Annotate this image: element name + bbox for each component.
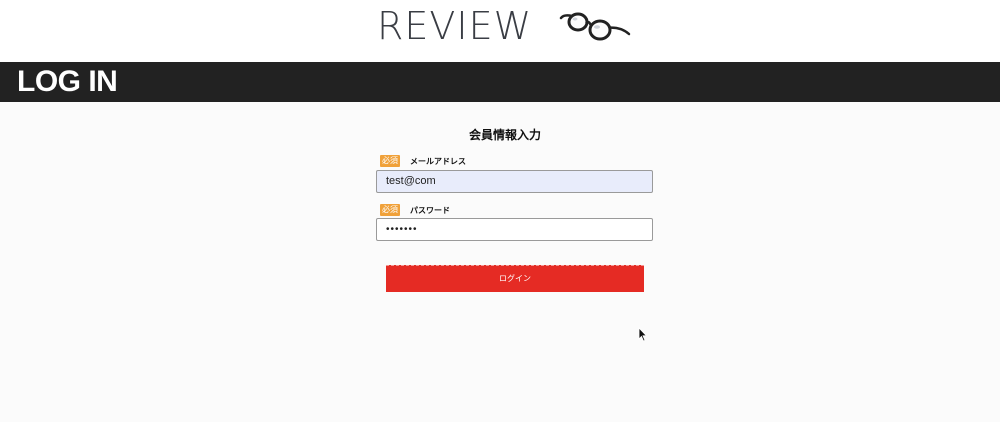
page-title-bar: LOG IN <box>0 62 1000 102</box>
email-field[interactable]: test@com <box>376 170 653 193</box>
glasses-icon <box>559 12 631 41</box>
site-header: REVIEW <box>0 0 1000 62</box>
email-label: メールアドレス <box>410 156 466 166</box>
email-label-row: 必須 メールアドレス <box>380 154 466 168</box>
mouse-cursor-icon <box>638 327 648 342</box>
form-heading: 会員情報入力 <box>468 128 541 142</box>
password-label: パスワード <box>410 205 450 215</box>
required-badge: 必須 <box>380 155 400 167</box>
required-badge: 必須 <box>380 204 400 216</box>
password-label-row: 必須 パスワード <box>380 203 450 217</box>
site-logo-text[interactable]: REVIEW <box>377 4 532 48</box>
password-field[interactable]: ••••••• <box>376 218 653 241</box>
login-button[interactable]: ログイン <box>386 265 644 292</box>
page-title: LOG IN <box>17 65 118 98</box>
